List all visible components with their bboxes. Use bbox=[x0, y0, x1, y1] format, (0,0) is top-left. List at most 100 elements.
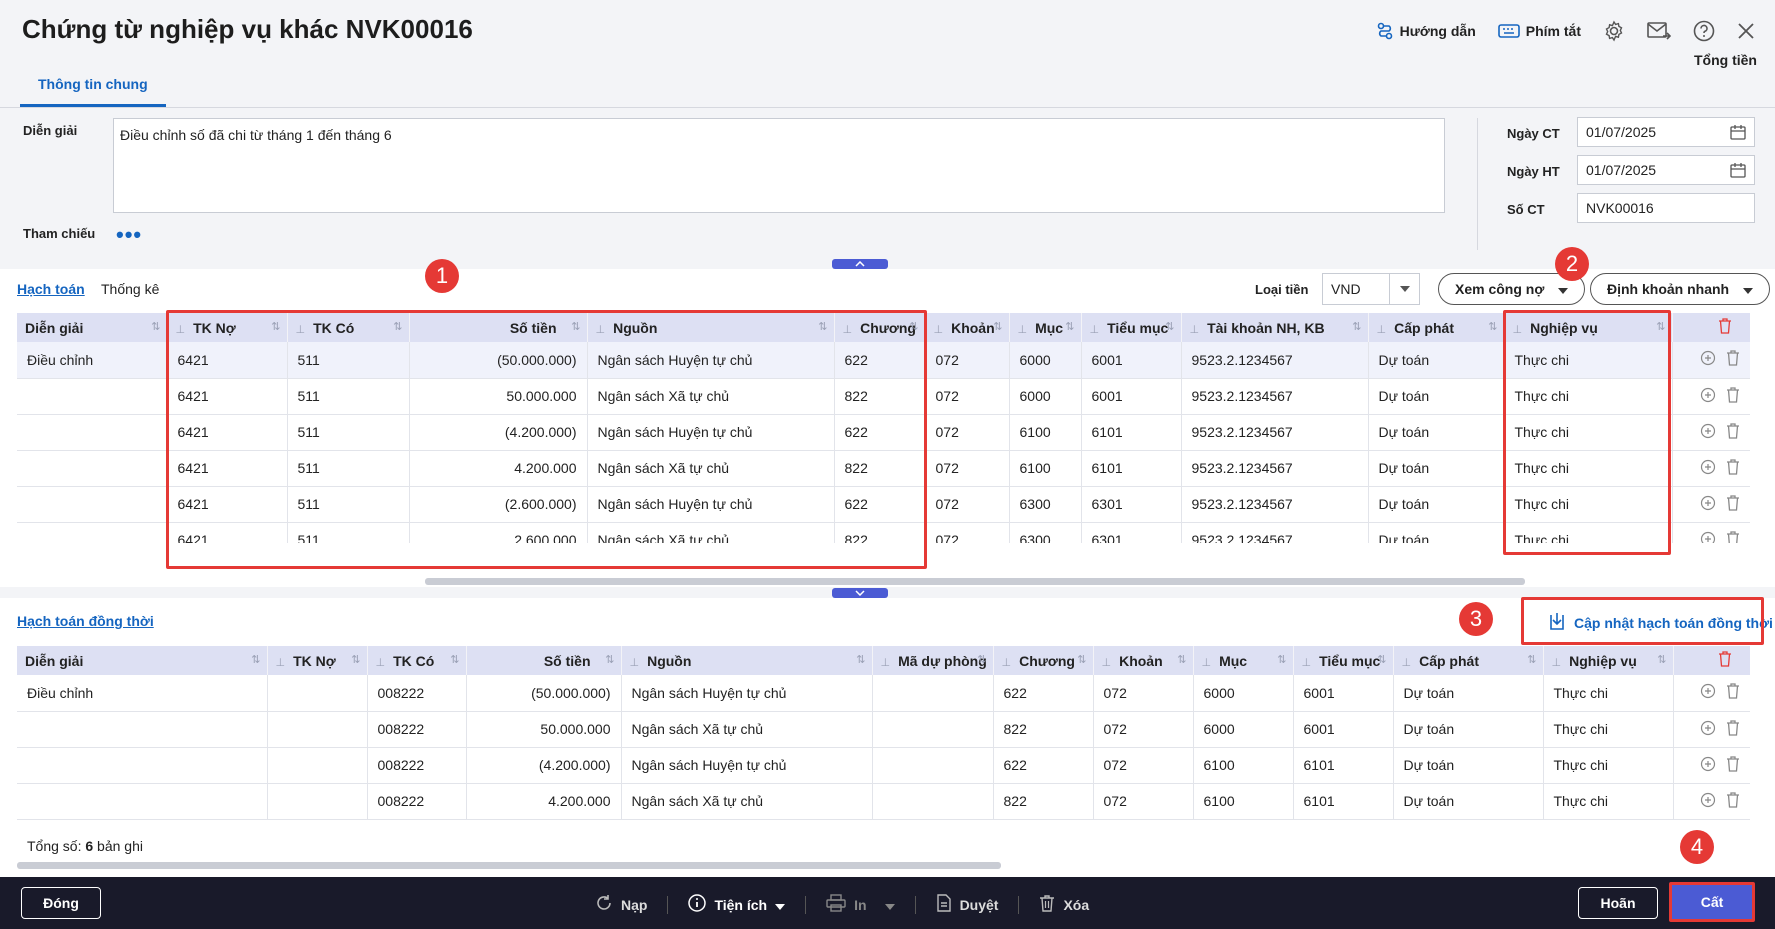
sort-icon[interactable]: ⇅ bbox=[151, 320, 160, 333]
table-cell[interactable] bbox=[17, 711, 268, 748]
table-cell[interactable] bbox=[17, 783, 268, 820]
table-cell[interactable]: 9523.2.1234567 bbox=[1181, 414, 1369, 451]
table-cell[interactable]: Dự toán bbox=[1368, 522, 1505, 543]
table-cell[interactable]: Dự toán bbox=[1368, 414, 1505, 451]
add-row-icon[interactable] bbox=[1700, 756, 1716, 775]
trash-icon[interactable] bbox=[1726, 350, 1740, 369]
sort-icon[interactable]: ⇅ bbox=[450, 653, 459, 666]
sort-icon[interactable]: ⇅ bbox=[1527, 653, 1536, 666]
table-cell[interactable]: Dự toán bbox=[1368, 378, 1505, 415]
calendar-icon[interactable] bbox=[1730, 162, 1746, 181]
so-ct-input[interactable]: NVK00016 bbox=[1577, 193, 1755, 223]
table-cell[interactable]: 622 bbox=[993, 675, 1094, 712]
table-cell[interactable]: 9523.2.1234567 bbox=[1181, 378, 1369, 415]
pin-icon[interactable]: ⊥ bbox=[1090, 324, 1100, 336]
table-cell[interactable]: 6101 bbox=[1293, 747, 1394, 784]
cancel-button[interactable]: Hoãn bbox=[1578, 887, 1658, 919]
column-header[interactable]: ⊥ Tiểu mục ⇅ bbox=[1081, 313, 1182, 342]
utilities-button[interactable]: Tiện ích bbox=[688, 894, 786, 915]
table-cell[interactable]: 6101 bbox=[1293, 783, 1394, 820]
grid1-horizontal-scrollbar[interactable] bbox=[425, 578, 1525, 585]
column-header[interactable]: ⊥ Mục ⇅ bbox=[1009, 313, 1082, 342]
table-cell[interactable]: 9523.2.1234567 bbox=[1181, 342, 1369, 379]
reference-more-button[interactable]: ••• bbox=[116, 222, 142, 248]
table-cell[interactable]: Thực chi bbox=[1543, 783, 1674, 820]
column-header[interactable]: ⊥ Mục ⇅ bbox=[1193, 646, 1294, 675]
pin-icon[interactable]: ⊥ bbox=[1018, 324, 1028, 336]
pin-icon[interactable]: ⊥ bbox=[881, 657, 891, 669]
trash-icon[interactable] bbox=[1726, 755, 1740, 775]
table-cell[interactable]: Ngân sách Xã tự chủ bbox=[621, 783, 873, 820]
tab-hach-toan-dong-thoi[interactable]: Hạch toán đồng thời bbox=[17, 613, 154, 629]
table-cell[interactable]: 008222 bbox=[367, 783, 467, 820]
table-cell[interactable]: (4.200.000) bbox=[466, 747, 622, 784]
table-cell[interactable] bbox=[17, 450, 168, 487]
table-cell[interactable] bbox=[17, 414, 168, 451]
calendar-icon[interactable] bbox=[1730, 124, 1746, 143]
table-cell[interactable]: 072 bbox=[925, 378, 1010, 415]
table-cell[interactable] bbox=[17, 747, 268, 784]
pin-icon[interactable]: ⊥ bbox=[1402, 657, 1412, 669]
sort-icon[interactable]: ⇅ bbox=[1177, 653, 1186, 666]
description-field[interactable]: Điều chỉnh số đã chi từ tháng 1 đến thán… bbox=[113, 118, 1445, 213]
table-cell[interactable]: 008222 bbox=[367, 711, 467, 748]
add-row-icon[interactable] bbox=[1700, 531, 1716, 543]
table-cell[interactable]: 6100 bbox=[1009, 414, 1082, 451]
add-row-icon[interactable] bbox=[1700, 495, 1716, 514]
sort-icon[interactable]: ⇅ bbox=[1352, 320, 1361, 333]
print-button[interactable]: In bbox=[826, 894, 895, 915]
table-cell[interactable]: 072 bbox=[925, 450, 1010, 487]
table-cell[interactable]: 072 bbox=[925, 414, 1010, 451]
trash-icon[interactable] bbox=[1726, 683, 1740, 702]
table-cell[interactable]: 6301 bbox=[1081, 486, 1182, 523]
trash-icon[interactable] bbox=[1726, 791, 1740, 811]
table-cell[interactable]: Ngân sách Huyện tự chủ bbox=[621, 747, 873, 784]
table-row[interactable]: Điều chỉnh 008222 (50.000.000) Ngân sách Hu… bbox=[17, 675, 1750, 712]
column-header[interactable]: ⊥ Khoản ⇅ bbox=[925, 313, 1010, 342]
column-header[interactable]: Diễn giải ⇅ bbox=[17, 313, 168, 342]
date-ht-input[interactable]: 01/07/2025 bbox=[1577, 155, 1755, 185]
table-cell[interactable] bbox=[17, 378, 168, 415]
table-cell[interactable]: 072 bbox=[1093, 747, 1194, 784]
trash-icon[interactable] bbox=[1726, 530, 1740, 543]
pin-icon[interactable]: ⊥ bbox=[276, 657, 286, 669]
table-cell[interactable]: 6100 bbox=[1193, 747, 1294, 784]
table-cell[interactable]: 9523.2.1234567 bbox=[1181, 450, 1369, 487]
column-header[interactable]: ⊥ Nghiệp vụ ⇅ bbox=[1543, 646, 1674, 675]
pin-icon[interactable]: ⊥ bbox=[1190, 324, 1200, 336]
table-cell[interactable]: Thực chi bbox=[1543, 675, 1674, 712]
table-cell[interactable] bbox=[17, 522, 168, 543]
dinh-khoan-nhanh-button[interactable]: Định khoản nhanh bbox=[1590, 273, 1771, 305]
pin-icon[interactable]: ⊥ bbox=[1002, 657, 1012, 669]
table-cell[interactable] bbox=[872, 711, 994, 748]
shortcuts-link[interactable]: Phím tắt bbox=[1497, 23, 1581, 39]
table-cell[interactable]: 6001 bbox=[1081, 378, 1182, 415]
table-cell[interactable] bbox=[267, 675, 368, 712]
table-cell[interactable]: 6001 bbox=[1293, 711, 1394, 748]
sort-icon[interactable]: ⇅ bbox=[251, 653, 260, 666]
table-cell[interactable]: 6100 bbox=[1193, 783, 1294, 820]
trash-icon[interactable] bbox=[1726, 386, 1740, 406]
table-cell[interactable]: (50.000.000) bbox=[466, 675, 622, 712]
table-cell[interactable]: Dự toán bbox=[1393, 747, 1544, 784]
column-header[interactable]: ⊥ Tài khoản NH, KB ⇅ bbox=[1181, 313, 1369, 342]
mail-forward-icon[interactable] bbox=[1647, 21, 1671, 41]
sort-icon[interactable]: ⇅ bbox=[1065, 320, 1074, 333]
table-cell[interactable]: Thực chi bbox=[1543, 711, 1674, 748]
column-header[interactable]: ⊥ Khoản ⇅ bbox=[1093, 646, 1194, 675]
column-header[interactable]: ⊥ Tiểu mục ⇅ bbox=[1293, 646, 1394, 675]
table-cell[interactable] bbox=[872, 675, 994, 712]
table-cell[interactable]: Thực chi bbox=[1543, 747, 1674, 784]
table-cell[interactable]: 072 bbox=[1093, 675, 1194, 712]
table-row[interactable]: 008222 50.000.000 Ngân sách Xã tự chủ 822 07… bbox=[17, 711, 1750, 748]
table-cell[interactable]: 6000 bbox=[1193, 675, 1294, 712]
table-cell[interactable]: 6001 bbox=[1081, 342, 1182, 379]
table-cell[interactable]: Dự toán bbox=[1393, 783, 1544, 820]
add-row-icon[interactable] bbox=[1700, 351, 1716, 369]
table-cell[interactable]: 6300 bbox=[1009, 486, 1082, 523]
table-cell[interactable]: Điều chỉnh bbox=[17, 342, 168, 379]
table-cell[interactable] bbox=[267, 747, 368, 784]
table-row[interactable]: 008222 4.200.000 Ngân sách Xã tự chủ 822 072… bbox=[17, 783, 1750, 820]
column-header[interactable]: Số tiền ⇅ bbox=[466, 646, 622, 675]
trash-icon[interactable] bbox=[1718, 651, 1732, 670]
